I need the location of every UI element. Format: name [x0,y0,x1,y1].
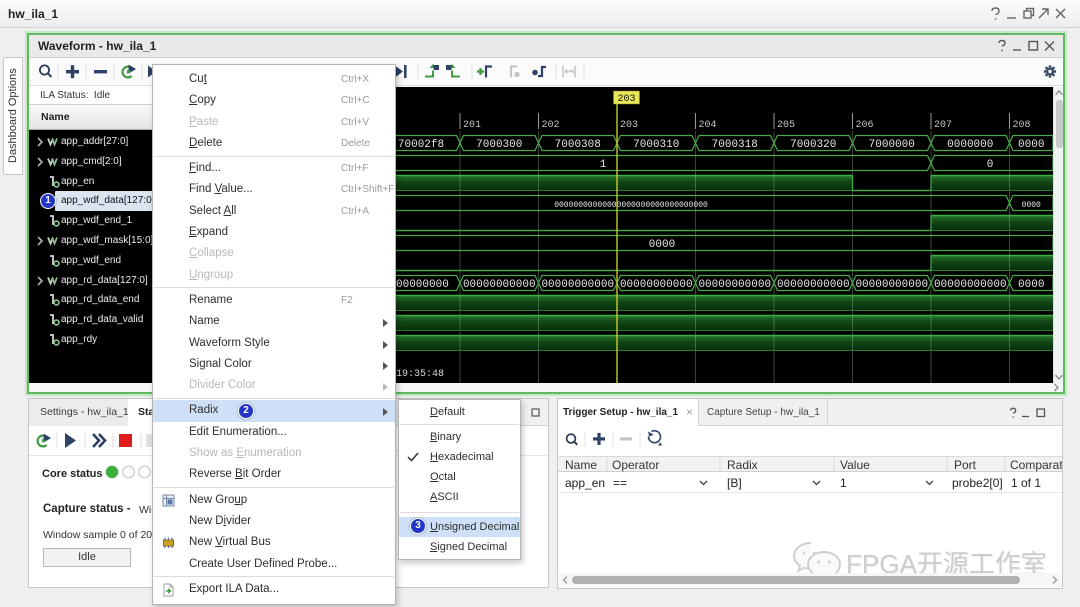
svg-text:0000: 0000 [1018,279,1044,291]
svg-text:7000318: 7000318 [712,139,758,151]
svg-text:7000300: 7000300 [476,139,522,151]
svg-text:7000000: 7000000 [869,139,915,151]
svg-text:0000: 0000 [1022,201,1041,210]
svg-text:205: 205 [777,120,795,131]
svg-text:00000000: 00000000 [396,279,449,291]
svg-text:00000000000: 00000000000 [698,279,771,291]
svg-text:00000000000: 00000000000 [777,279,850,291]
svg-text:19:35:48: 19:35:48 [396,369,444,380]
svg-text:0000000: 0000000 [947,139,993,151]
svg-text:202: 202 [542,120,560,131]
svg-text:207: 207 [934,120,952,131]
svg-text:7000320: 7000320 [790,139,836,151]
svg-text:00000000000: 00000000000 [855,279,928,291]
svg-text:0000: 0000 [1018,139,1044,151]
svg-text:00000000000: 00000000000 [934,279,1007,291]
svg-text:206: 206 [856,120,874,131]
svg-text:0000: 0000 [649,239,675,251]
svg-text:201: 201 [463,120,481,131]
svg-text:204: 204 [699,120,717,131]
svg-text:000000000000000000000000000000: 00000000000000000000000000000000 [554,201,708,210]
svg-text:00000000000: 00000000000 [541,279,614,291]
svg-text:0: 0 [987,159,994,171]
svg-text:7000310: 7000310 [633,139,679,151]
svg-text:00000000000: 00000000000 [620,279,693,291]
svg-text:1: 1 [600,159,607,171]
svg-text:208: 208 [1013,120,1031,131]
svg-text:203: 203 [620,120,638,131]
svg-text:7000308: 7000308 [555,139,601,151]
svg-text:70002f8: 70002f8 [398,139,444,151]
svg-text:00000000000: 00000000000 [463,279,536,291]
svg-text:203: 203 [617,94,635,105]
